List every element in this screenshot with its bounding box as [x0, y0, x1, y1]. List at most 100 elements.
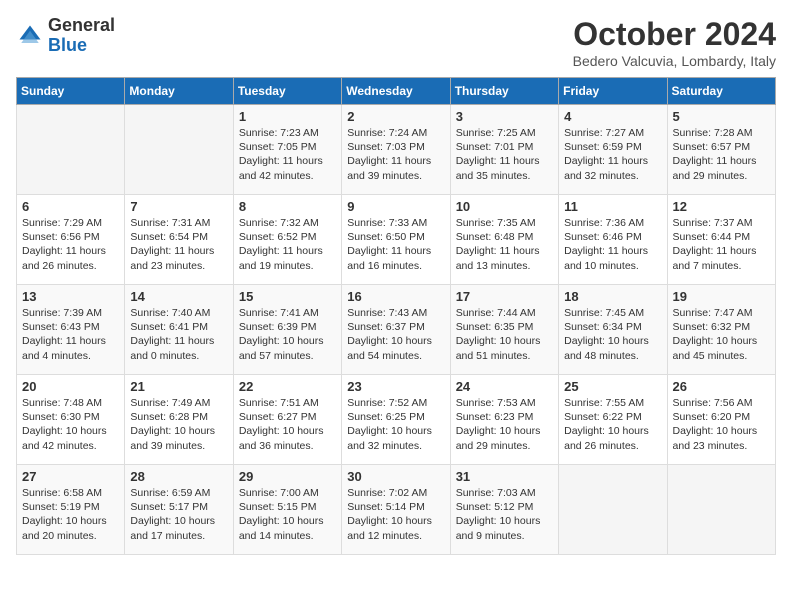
calendar-cell [125, 105, 233, 195]
day-number: 26 [673, 379, 770, 394]
day-number: 10 [456, 199, 553, 214]
day-number: 20 [22, 379, 119, 394]
day-number: 14 [130, 289, 227, 304]
day-info: Sunrise: 7:32 AMSunset: 6:52 PMDaylight:… [239, 216, 336, 273]
weekday-header-thursday: Thursday [450, 78, 558, 105]
logo-icon [16, 22, 44, 50]
calendar-cell [667, 465, 775, 555]
day-info: Sunrise: 7:37 AMSunset: 6:44 PMDaylight:… [673, 216, 770, 273]
day-number: 11 [564, 199, 661, 214]
calendar-week-row: 1 Sunrise: 7:23 AMSunset: 7:05 PMDaylight… [17, 105, 776, 195]
logo-blue-text: Blue [48, 35, 87, 55]
weekday-header-saturday: Saturday [667, 78, 775, 105]
day-number: 24 [456, 379, 553, 394]
day-number: 7 [130, 199, 227, 214]
calendar-cell: 31 Sunrise: 7:03 AMSunset: 5:12 PMDayligh… [450, 465, 558, 555]
calendar-cell: 30Sunrise: 7:02 AMSunset: 5:14 PMDayligh… [342, 465, 450, 555]
day-info: Sunrise: 7:53 AMSunset: 6:23 PMDaylight:… [456, 396, 553, 453]
page-header: General Blue October 2024 Bedero Valcuvi… [16, 16, 776, 69]
day-number: 3 [456, 109, 553, 124]
calendar-cell: 11 Sunrise: 7:36 AMSunset: 6:46 PMDayligh… [559, 195, 667, 285]
calendar-cell: 28 Sunrise: 6:59 AMSunset: 5:17 PMDayligh… [125, 465, 233, 555]
day-info: Sunrise: 7:48 AMSunset: 6:30 PMDaylight:… [22, 396, 119, 453]
calendar-cell: 24 Sunrise: 7:53 AMSunset: 6:23 PMDayligh… [450, 375, 558, 465]
calendar-cell: 19 Sunrise: 7:47 AMSunset: 6:32 PMDayligh… [667, 285, 775, 375]
day-number: 12 [673, 199, 770, 214]
calendar-cell: 18Sunrise: 7:45 AMSunset: 6:34 PMDayligh… [559, 285, 667, 375]
calendar-cell [559, 465, 667, 555]
calendar-cell: 13 Sunrise: 7:39 AMSunset: 6:43 PMDayligh… [17, 285, 125, 375]
weekday-header-wednesday: Wednesday [342, 78, 450, 105]
calendar-cell: 26 Sunrise: 7:56 AMSunset: 6:20 PMDayligh… [667, 375, 775, 465]
calendar-cell: 27Sunrise: 6:58 AMSunset: 5:19 PMDayligh… [17, 465, 125, 555]
day-info: Sunrise: 7:29 AMSunset: 6:56 PMDaylight:… [22, 216, 119, 273]
day-number: 8 [239, 199, 336, 214]
weekday-header-row: SundayMondayTuesdayWednesdayThursdayFrid… [17, 78, 776, 105]
calendar-cell [17, 105, 125, 195]
calendar-cell: 14 Sunrise: 7:40 AMSunset: 6:41 PMDayligh… [125, 285, 233, 375]
weekday-header-friday: Friday [559, 78, 667, 105]
logo: General Blue [16, 16, 115, 56]
day-number: 19 [673, 289, 770, 304]
day-info: Sunrise: 7:43 AMSunset: 6:37 PMDaylight:… [347, 306, 444, 363]
day-number: 28 [130, 469, 227, 484]
day-info: Sunrise: 7:47 AMSunset: 6:32 PMDaylight:… [673, 306, 770, 363]
weekday-header-tuesday: Tuesday [233, 78, 341, 105]
day-info: Sunrise: 7:51 AMSunset: 6:27 PMDaylight:… [239, 396, 336, 453]
day-info: Sunrise: 7:02 AMSunset: 5:14 PMDaylight:… [347, 486, 444, 543]
day-info: Sunrise: 7:49 AMSunset: 6:28 PMDaylight:… [130, 396, 227, 453]
day-number: 22 [239, 379, 336, 394]
calendar-cell: 7Sunrise: 7:31 AMSunset: 6:54 PMDaylight… [125, 195, 233, 285]
day-info: Sunrise: 7:35 AMSunset: 6:48 PMDaylight:… [456, 216, 553, 273]
logo-general-text: General [48, 15, 115, 35]
calendar-cell: 1 Sunrise: 7:23 AMSunset: 7:05 PMDaylight… [233, 105, 341, 195]
day-number: 17 [456, 289, 553, 304]
calendar-week-row: 20 Sunrise: 7:48 AMSunset: 6:30 PMDayligh… [17, 375, 776, 465]
day-info: Sunrise: 7:03 AMSunset: 5:12 PMDaylight:… [456, 486, 553, 543]
day-info: Sunrise: 7:33 AMSunset: 6:50 PMDaylight:… [347, 216, 444, 273]
day-number: 5 [673, 109, 770, 124]
day-info: Sunrise: 7:36 AMSunset: 6:46 PMDaylight:… [564, 216, 661, 273]
calendar-cell: 16 Sunrise: 7:43 AMSunset: 6:37 PMDayligh… [342, 285, 450, 375]
day-number: 4 [564, 109, 661, 124]
calendar-cell: 6 Sunrise: 7:29 AMSunset: 6:56 PMDaylight… [17, 195, 125, 285]
title-block: October 2024 Bedero Valcuvia, Lombardy, … [573, 16, 776, 69]
day-number: 27 [22, 469, 119, 484]
day-info: Sunrise: 7:23 AMSunset: 7:05 PMDaylight:… [239, 126, 336, 183]
day-number: 13 [22, 289, 119, 304]
calendar-cell: 29Sunrise: 7:00 AMSunset: 5:15 PMDayligh… [233, 465, 341, 555]
day-info: Sunrise: 7:25 AMSunset: 7:01 PMDaylight:… [456, 126, 553, 183]
day-info: Sunrise: 7:55 AMSunset: 6:22 PMDaylight:… [564, 396, 661, 453]
calendar-cell: 4 Sunrise: 7:27 AMSunset: 6:59 PMDaylight… [559, 105, 667, 195]
calendar-week-row: 6 Sunrise: 7:29 AMSunset: 6:56 PMDaylight… [17, 195, 776, 285]
day-info: Sunrise: 7:52 AMSunset: 6:25 PMDaylight:… [347, 396, 444, 453]
day-info: Sunrise: 7:40 AMSunset: 6:41 PMDaylight:… [130, 306, 227, 363]
day-info: Sunrise: 6:59 AMSunset: 5:17 PMDaylight:… [130, 486, 227, 543]
calendar-table: SundayMondayTuesdayWednesdayThursdayFrid… [16, 77, 776, 555]
calendar-cell: 17 Sunrise: 7:44 AMSunset: 6:35 PMDayligh… [450, 285, 558, 375]
day-number: 16 [347, 289, 444, 304]
day-number: 15 [239, 289, 336, 304]
day-number: 18 [564, 289, 661, 304]
day-number: 21 [130, 379, 227, 394]
calendar-cell: 15 Sunrise: 7:41 AMSunset: 6:39 PMDayligh… [233, 285, 341, 375]
day-info: Sunrise: 7:39 AMSunset: 6:43 PMDaylight:… [22, 306, 119, 363]
day-info: Sunrise: 7:27 AMSunset: 6:59 PMDaylight:… [564, 126, 661, 183]
day-number: 31 [456, 469, 553, 484]
calendar-cell: 21 Sunrise: 7:49 AMSunset: 6:28 PMDayligh… [125, 375, 233, 465]
calendar-cell: 20 Sunrise: 7:48 AMSunset: 6:30 PMDayligh… [17, 375, 125, 465]
day-number: 29 [239, 469, 336, 484]
day-info: Sunrise: 7:56 AMSunset: 6:20 PMDaylight:… [673, 396, 770, 453]
calendar-cell: 23Sunrise: 7:52 AMSunset: 6:25 PMDayligh… [342, 375, 450, 465]
calendar-cell: 10 Sunrise: 7:35 AMSunset: 6:48 PMDayligh… [450, 195, 558, 285]
day-number: 25 [564, 379, 661, 394]
day-info: Sunrise: 7:44 AMSunset: 6:35 PMDaylight:… [456, 306, 553, 363]
day-number: 1 [239, 109, 336, 124]
day-number: 6 [22, 199, 119, 214]
calendar-cell: 8 Sunrise: 7:32 AMSunset: 6:52 PMDaylight… [233, 195, 341, 285]
calendar-week-row: 27Sunrise: 6:58 AMSunset: 5:19 PMDayligh… [17, 465, 776, 555]
month-title: October 2024 [573, 16, 776, 53]
calendar-cell: 2Sunrise: 7:24 AMSunset: 7:03 PMDaylight… [342, 105, 450, 195]
calendar-cell: 9Sunrise: 7:33 AMSunset: 6:50 PMDaylight… [342, 195, 450, 285]
day-info: Sunrise: 7:41 AMSunset: 6:39 PMDaylight:… [239, 306, 336, 363]
